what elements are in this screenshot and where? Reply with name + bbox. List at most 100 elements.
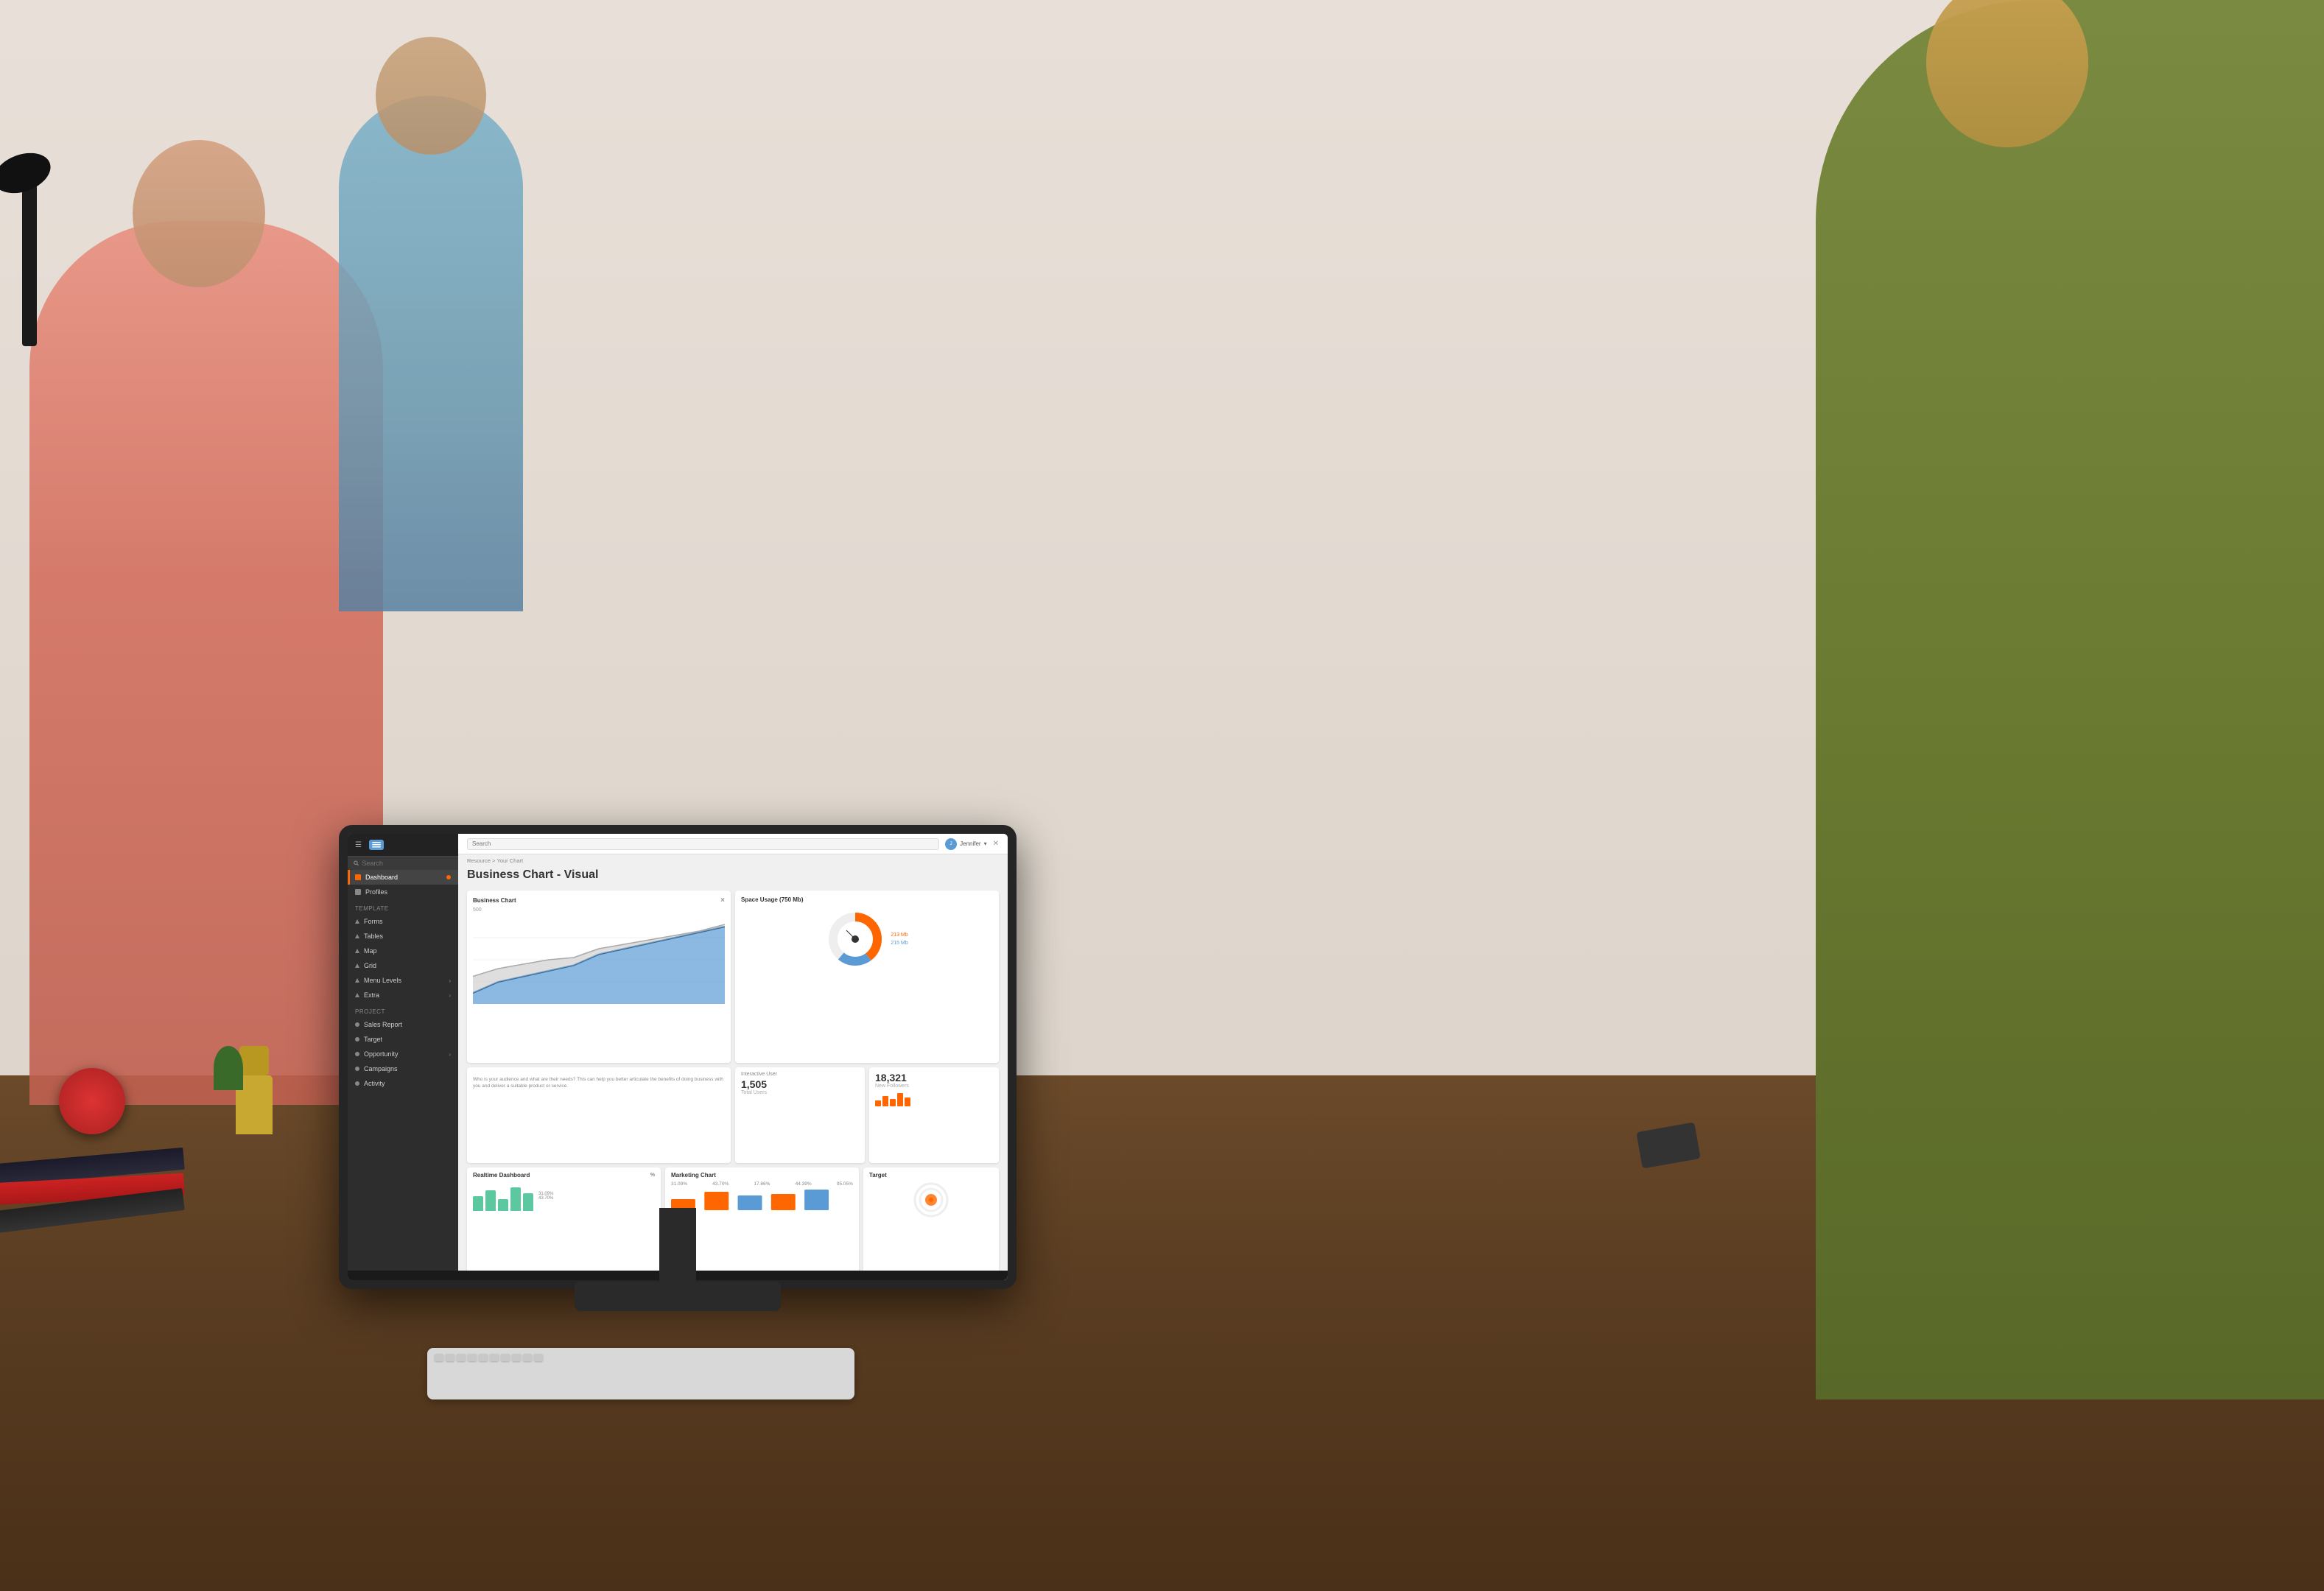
donut-val2: 215 Mb	[891, 941, 908, 946]
sidebar-item-target[interactable]: Target	[348, 1032, 458, 1047]
robot-head	[239, 1046, 269, 1075]
interactive-user-sub: Total Users	[741, 1090, 859, 1095]
rt-bar3	[498, 1199, 508, 1211]
person-right	[1816, 0, 2324, 1399]
realtime-bars: 31.09% 43.70%	[473, 1181, 655, 1211]
bar5	[905, 1097, 910, 1106]
interactive-user-label: Interactive User	[741, 1072, 859, 1077]
project-section-header: Project	[348, 1002, 458, 1017]
sidebar-logo: ☰	[348, 834, 458, 857]
content-area: Business Chart × 500	[458, 886, 1008, 1280]
realtime-dashboard-card: Realtime Dashboard %	[467, 1167, 661, 1276]
chart-value-label: 500	[473, 907, 725, 913]
bottom-row: Realtime Dashboard %	[467, 1167, 999, 1276]
sidebar-item-tables[interactable]: Tables	[348, 929, 458, 944]
menu-levels-arrow: ›	[449, 977, 451, 984]
key	[479, 1354, 488, 1361]
sidebar-item-opportunity[interactable]: Opportunity ›	[348, 1047, 458, 1061]
opportunity-arrow: ›	[449, 1051, 451, 1058]
clock	[59, 1068, 125, 1134]
count2-value: 18,321	[875, 1072, 993, 1084]
rt-bar2	[485, 1190, 496, 1211]
dashboard-icon	[355, 874, 361, 880]
sales-report-label: Sales Report	[364, 1021, 402, 1028]
key	[435, 1354, 443, 1361]
person-left	[29, 221, 383, 1105]
sidebar-item-sales-report[interactable]: Sales Report	[348, 1017, 458, 1032]
sidebar-item-dashboard-label: Dashboard	[365, 874, 398, 881]
donut-chart: 213 Mb 215 Mb	[741, 906, 993, 972]
realtime-values: 31.09% 43.70%	[538, 1192, 553, 1201]
keyboard[interactable]	[427, 1348, 854, 1399]
breadcrumb: Resource > Your Chart	[458, 854, 1008, 867]
bar1	[875, 1100, 881, 1106]
interactive-user-card: Interactive User 1,505 Total Users	[735, 1067, 865, 1164]
marketing-bars-svg	[671, 1188, 853, 1210]
profiles-icon	[355, 889, 361, 895]
grid-label: Grid	[364, 962, 376, 969]
target-title: Target	[869, 1172, 993, 1179]
keyboard-keys	[427, 1348, 854, 1367]
target-icon	[355, 1037, 359, 1042]
forms-label: Forms	[364, 918, 383, 925]
monitor-assembly: ☰ Dashboard	[339, 825, 1017, 1341]
count2-card: 18,321 New Followers	[869, 1067, 999, 1164]
key	[534, 1354, 543, 1361]
search-input[interactable]	[362, 860, 452, 867]
person-middle	[339, 96, 523, 611]
rt-bar5	[523, 1193, 533, 1211]
key	[523, 1354, 532, 1361]
activity-icon	[355, 1081, 359, 1086]
topbar: J Jennifer ▾ ✕	[458, 834, 1008, 854]
main-content: J Jennifer ▾ ✕ Resource > Your Chart Bus…	[458, 834, 1008, 1280]
sidebar-item-map[interactable]: Map	[348, 944, 458, 958]
stats-container: Interactive User 1,505 Total Users 18,32…	[735, 1067, 999, 1164]
user-avatar: J	[945, 838, 957, 850]
realtime-title: Realtime Dashboard %	[473, 1172, 655, 1179]
key	[501, 1354, 510, 1361]
sidebar-item-profiles[interactable]: Profiles	[348, 885, 458, 899]
count2-sub: New Followers	[875, 1084, 993, 1089]
sidebar-item-grid[interactable]: Grid	[348, 958, 458, 973]
interactive-user-value: 1,505	[741, 1078, 859, 1090]
target-svg	[913, 1181, 949, 1218]
topbar-user: J Jennifer ▾	[945, 838, 986, 850]
realtime-subtitle: %	[650, 1173, 655, 1178]
space-usage-title: Space Usage (750 Mb)	[741, 896, 993, 903]
user-dropdown-icon[interactable]: ▾	[984, 840, 987, 847]
hamburger-icon[interactable]: ☰	[355, 841, 362, 849]
opportunity-icon	[355, 1052, 359, 1056]
sidebar-item-extra[interactable]: Extra ›	[348, 988, 458, 1002]
sidebar-bottom-label: Label	[348, 1271, 458, 1280]
donut-val1: 213 Mb	[891, 933, 908, 938]
background-scene: ☰ Dashboard	[0, 0, 2324, 1591]
rt-bar1	[473, 1196, 483, 1211]
bar2	[882, 1096, 888, 1106]
sidebar-item-menu-levels[interactable]: Menu Levels ›	[348, 973, 458, 988]
person-middle-head	[376, 37, 486, 155]
opportunity-label: Opportunity	[364, 1050, 399, 1058]
key	[468, 1354, 477, 1361]
sidebar-item-dashboard[interactable]: Dashboard	[348, 870, 458, 885]
sidebar-item-forms[interactable]: Forms	[348, 914, 458, 929]
sidebar-item-activity[interactable]: Activity	[348, 1076, 458, 1091]
marketing-values: 31.09% 43.70% 17.86% 44.39% 95.05%	[671, 1181, 853, 1210]
space-usage-card: Space Usage (750 Mb)	[735, 891, 999, 1063]
user-name: Jennifer	[960, 840, 980, 847]
close-icon[interactable]: ✕	[993, 840, 999, 848]
business-chart-close[interactable]: ×	[720, 896, 725, 905]
business-chart-card: Business Chart × 500	[467, 891, 731, 1063]
sidebar-item-campaigns[interactable]: Campaigns	[348, 1061, 458, 1076]
target-visual	[869, 1181, 993, 1218]
topbar-search-input[interactable]	[467, 838, 939, 850]
rt-bar4	[510, 1187, 521, 1211]
key	[457, 1354, 466, 1361]
target-card: Target	[863, 1167, 999, 1276]
business-chart-title: Business Chart ×	[473, 896, 725, 905]
stat-bars	[875, 1092, 993, 1106]
sidebar-item-profiles-label: Profiles	[365, 888, 387, 896]
map-label: Map	[364, 947, 377, 955]
tables-label: Tables	[364, 933, 383, 940]
campaigns-label: Campaigns	[364, 1065, 398, 1072]
key	[446, 1354, 454, 1361]
